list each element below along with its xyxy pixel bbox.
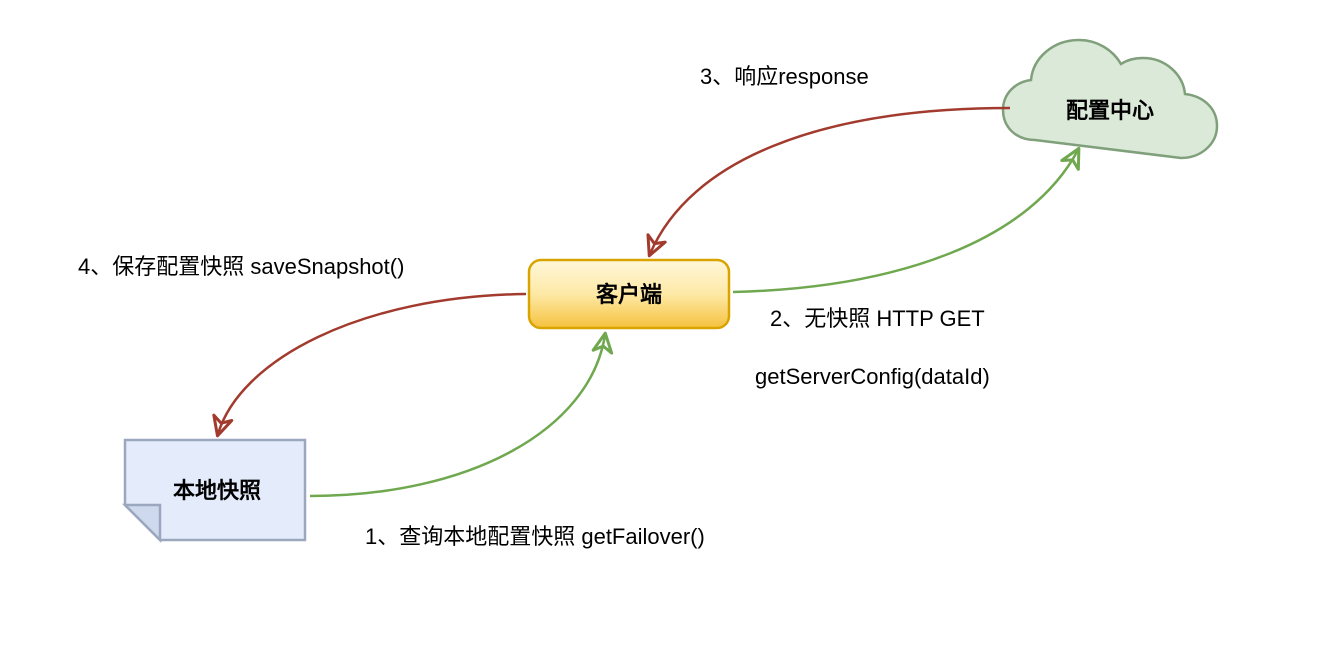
edge-4-label: 4、保存配置快照 saveSnapshot() <box>78 254 404 279</box>
edge-1-label: 1、查询本地配置快照 getFailover() <box>365 524 705 549</box>
edge-2-label-line1: 2、无快照 HTTP GET <box>770 306 985 331</box>
edge-3-arrow <box>650 108 1010 254</box>
note-fold-icon <box>125 505 160 540</box>
edge-3-label: 3、响应response <box>700 64 869 89</box>
edge-4-arrow <box>218 294 526 434</box>
node-config-center: 配置中心 <box>1003 40 1217 158</box>
edge-2-arrow <box>733 150 1078 292</box>
edge-2-label-line2: getServerConfig(dataId) <box>755 364 990 389</box>
client-label: 客户端 <box>596 282 662 307</box>
local-snapshot-label: 本地快照 <box>173 478 261 503</box>
edge-1-arrow <box>310 335 605 496</box>
node-local-snapshot: 本地快照 <box>125 440 305 540</box>
config-center-label: 配置中心 <box>1066 98 1154 123</box>
node-client: 客户端 <box>529 260 729 328</box>
architecture-diagram: 配置中心 客户端 本地快照 1、查询本地配置快照 getFailover() 2… <box>0 0 1332 660</box>
